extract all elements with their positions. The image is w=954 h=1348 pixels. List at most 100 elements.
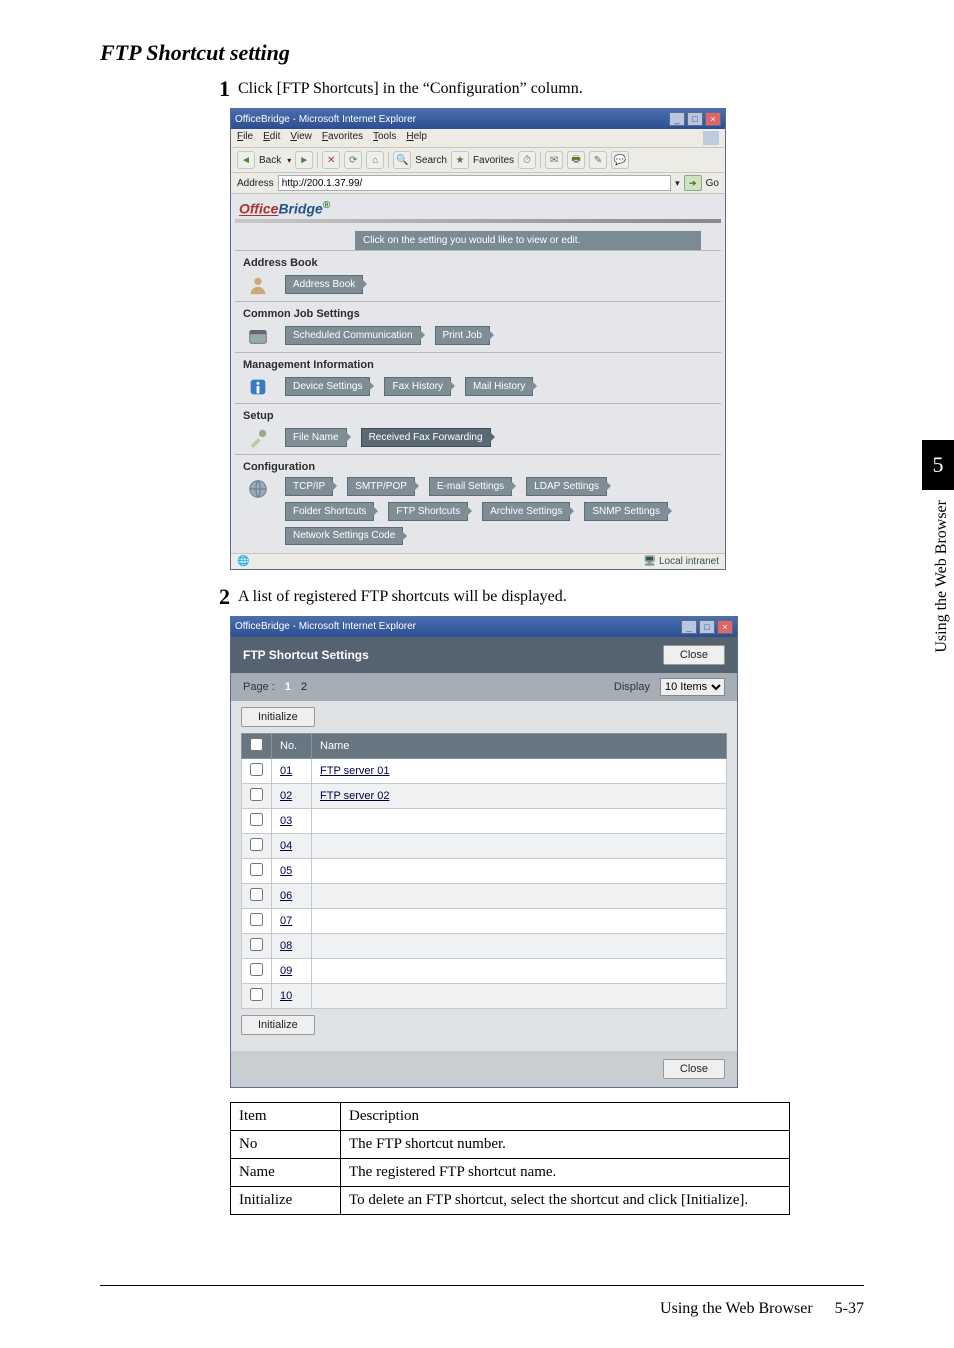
table-row: 09 xyxy=(242,958,727,983)
col-name: Name xyxy=(312,733,727,758)
person-icon xyxy=(243,273,273,297)
row-name-link[interactable]: FTP server 02 xyxy=(320,790,390,802)
email-settings-button[interactable]: E-mail Settings xyxy=(429,477,512,496)
ie-window-officebridge: OfficeBridge - Microsoft Internet Explor… xyxy=(230,108,726,570)
address-input[interactable] xyxy=(278,175,671,191)
back-icon[interactable]: ◄ xyxy=(237,151,255,169)
mail-history-button[interactable]: Mail History xyxy=(465,377,533,396)
row-no-link[interactable]: 07 xyxy=(280,915,292,927)
edit-icon[interactable]: ✎ xyxy=(589,151,607,169)
row-no-link[interactable]: 01 xyxy=(280,765,292,777)
snmp-settings-button[interactable]: SNMP Settings xyxy=(584,502,668,521)
archive-settings-button[interactable]: Archive Settings xyxy=(482,502,570,521)
row-checkbox[interactable] xyxy=(250,913,263,926)
device-settings-button[interactable]: Device Settings xyxy=(285,377,370,396)
network-settings-code-button[interactable]: Network Settings Code xyxy=(285,527,403,545)
minimize-icon[interactable]: _ xyxy=(669,112,685,126)
forward-icon[interactable]: ► xyxy=(295,151,313,169)
go-icon[interactable]: ➔ xyxy=(684,175,702,191)
row-checkbox[interactable] xyxy=(250,863,263,876)
ftp-list-area: Initialize No. Name 01FTP server 0102FTP… xyxy=(231,701,737,1051)
table-row: 04 xyxy=(242,833,727,858)
row-checkbox[interactable] xyxy=(250,788,263,801)
minimize-icon[interactable]: _ xyxy=(681,620,697,634)
maximize-icon[interactable]: □ xyxy=(699,620,715,634)
ftp-settings-footer: Close xyxy=(231,1051,737,1087)
menu-favorites[interactable]: Favorites xyxy=(322,131,363,145)
select-all-checkbox[interactable] xyxy=(250,738,263,751)
close-button-top[interactable]: Close xyxy=(663,645,725,665)
address-book-button[interactable]: Address Book xyxy=(285,275,363,294)
ftp-shortcuts-button[interactable]: FTP Shortcuts xyxy=(388,502,468,521)
row-checkbox[interactable] xyxy=(250,813,263,826)
ie2-titlebar: OfficeBridge - Microsoft Internet Explor… xyxy=(231,617,737,637)
scheduled-comm-button[interactable]: Scheduled Communication xyxy=(285,326,421,345)
menu-file[interactable]: File xyxy=(237,131,253,145)
address-label: Address xyxy=(237,178,274,189)
close-icon[interactable]: × xyxy=(717,620,733,634)
row-name-link[interactable]: FTP server 01 xyxy=(320,765,390,777)
row-checkbox[interactable] xyxy=(250,838,263,851)
refresh-icon[interactable]: ⟳ xyxy=(344,151,362,169)
page-2-link[interactable]: 2 xyxy=(301,681,307,693)
globe-icon xyxy=(243,477,273,501)
menu-view[interactable]: View xyxy=(290,131,312,145)
group-setup: Setup xyxy=(243,410,713,422)
close-button-bottom[interactable]: Close xyxy=(663,1059,725,1079)
row-no-link[interactable]: 02 xyxy=(280,790,292,802)
row-checkbox[interactable] xyxy=(250,988,263,1001)
smtppop-button[interactable]: SMTP/POP xyxy=(347,477,415,496)
ie-toolbar: ◄ Back ▾ ► ✕ ⟳ ⌂ 🔍 Search ★ Favorites ⏱ … xyxy=(231,148,725,173)
maximize-icon[interactable]: □ xyxy=(687,112,703,126)
chapter-number: 5 xyxy=(922,440,954,490)
favorites-icon[interactable]: ★ xyxy=(451,151,469,169)
file-name-button[interactable]: File Name xyxy=(285,428,347,447)
row-no-link[interactable]: 09 xyxy=(280,965,292,977)
stop-icon[interactable]: ✕ xyxy=(322,151,340,169)
row-checkbox[interactable] xyxy=(250,938,263,951)
ie-menubar: File Edit View Favorites Tools Help xyxy=(231,129,725,148)
close-icon[interactable]: × xyxy=(705,112,721,126)
home-icon[interactable]: ⌂ xyxy=(366,151,384,169)
row-no-link[interactable]: 06 xyxy=(280,890,292,902)
menu-help[interactable]: Help xyxy=(406,131,427,145)
row-checkbox[interactable] xyxy=(250,963,263,976)
ldap-settings-button[interactable]: LDAP Settings xyxy=(526,477,607,496)
row-checkbox[interactable] xyxy=(250,763,263,776)
print-job-button[interactable]: Print Job xyxy=(435,326,490,345)
folder-shortcuts-button[interactable]: Folder Shortcuts xyxy=(285,502,374,521)
tcpip-button[interactable]: TCP/IP xyxy=(285,477,333,496)
display-select[interactable]: 10 Items xyxy=(660,678,725,696)
search-icon[interactable]: 🔍 xyxy=(393,151,411,169)
favorites-label[interactable]: Favorites xyxy=(473,155,514,166)
description-table: Item Description No The FTP shortcut num… xyxy=(230,1102,790,1215)
menu-tools[interactable]: Tools xyxy=(373,131,396,145)
history-icon[interactable]: ⏱ xyxy=(518,151,536,169)
back-label[interactable]: Back xyxy=(259,155,281,166)
row-no-link[interactable]: 05 xyxy=(280,865,292,877)
initialize-button-bottom[interactable]: Initialize xyxy=(241,1015,315,1035)
mail-icon[interactable]: ✉ xyxy=(545,151,563,169)
row-no-link[interactable]: 08 xyxy=(280,940,292,952)
col-checkbox[interactable] xyxy=(242,733,272,758)
menu-edit[interactable]: Edit xyxy=(263,131,280,145)
search-label[interactable]: Search xyxy=(415,155,447,166)
row-no-link[interactable]: 03 xyxy=(280,815,292,827)
group-configuration: Configuration xyxy=(243,461,713,473)
tools-icon xyxy=(243,426,273,450)
print-icon[interactable]: 🖶 xyxy=(567,151,585,169)
ie-title: OfficeBridge - Microsoft Internet Explor… xyxy=(235,114,667,125)
info-icon xyxy=(243,375,273,399)
row-no-link[interactable]: 04 xyxy=(280,840,292,852)
initialize-button-top[interactable]: Initialize xyxy=(241,707,315,727)
footer-text: Using the Web Browser xyxy=(660,1300,813,1317)
page-1-link[interactable]: 1 xyxy=(285,681,291,693)
fax-history-button[interactable]: Fax History xyxy=(384,377,451,396)
discuss-icon[interactable]: 💬 xyxy=(611,151,629,169)
row-checkbox[interactable] xyxy=(250,888,263,901)
section-title: FTP Shortcut setting xyxy=(100,40,864,66)
page-label: Page : xyxy=(243,681,275,693)
go-label[interactable]: Go xyxy=(706,178,719,189)
received-fax-fwd-button[interactable]: Received Fax Forwarding xyxy=(361,428,491,447)
row-no-link[interactable]: 10 xyxy=(280,990,292,1002)
